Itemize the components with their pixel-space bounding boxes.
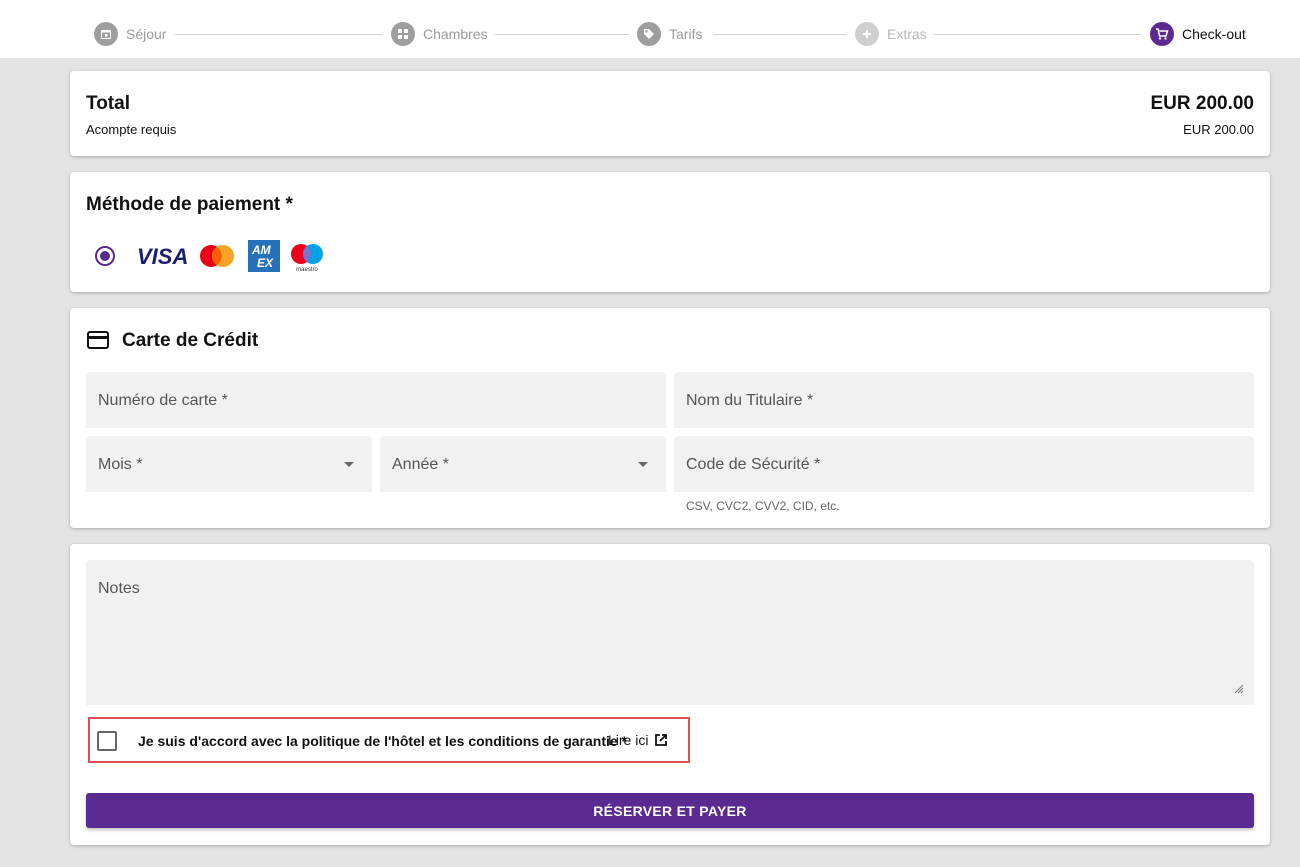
step-sejour[interactable]: Séjour [94, 22, 166, 46]
month-label: Mois * [98, 456, 143, 473]
read-policy-link[interactable]: Lire ici [608, 732, 668, 748]
mastercard-logo [199, 244, 235, 273]
agreement-highlight: Je suis d'accord avec la politique de l'… [88, 717, 690, 763]
payment-method-card: Méthode de paiement * VISA AM EX maestro [70, 172, 1270, 292]
calendar-icon [94, 22, 118, 46]
stepper-connector [495, 34, 629, 35]
credit-card-card: Carte de Crédit Numéro de carte * Nom du… [70, 308, 1270, 528]
notes-card: Notes Je suis d'accord avec la politique… [70, 544, 1270, 845]
visa-logo: VISA [136, 244, 188, 272]
step-checkout[interactable]: Check-out [1150, 22, 1246, 46]
security-code-label: Code de Sécurité * [686, 456, 821, 473]
read-policy-label: Lire ici [608, 732, 649, 748]
tag-icon [637, 22, 661, 46]
security-code-field[interactable]: Code de Sécurité * [674, 436, 1254, 492]
total-title: Total [86, 93, 130, 114]
step-label: Check-out [1182, 26, 1246, 42]
resize-handle-icon[interactable] [1232, 681, 1244, 699]
notes-textarea[interactable]: Notes [86, 560, 1254, 705]
step-label: Extras [887, 26, 927, 42]
step-chambres[interactable]: Chambres [391, 22, 488, 46]
cart-icon [1150, 22, 1174, 46]
deposit-label: Acompte requis [86, 122, 177, 137]
deposit-amount: EUR 200.00 [1183, 122, 1254, 137]
maestro-text: maestro [296, 267, 318, 272]
notes-label: Notes [98, 580, 140, 597]
month-select[interactable]: Mois * [86, 436, 372, 492]
stepper-connector [713, 34, 847, 35]
svg-text:EX: EX [257, 256, 274, 270]
step-label: Tarifs [669, 26, 703, 42]
cardholder-name-label: Nom du Titulaire * [686, 392, 814, 409]
security-code-hint: CSV, CVC2, CVV2, CID, etc. [686, 499, 840, 513]
total-amount: EUR 200.00 [1150, 93, 1254, 114]
plus-icon [855, 22, 879, 46]
card-number-field[interactable]: Numéro de carte * [86, 372, 666, 428]
step-label: Séjour [126, 26, 167, 42]
payment-method-radio[interactable] [95, 246, 115, 266]
card-number-label: Numéro de carte * [98, 392, 228, 409]
amex-logo: AM EX [248, 240, 280, 277]
step-tarifs[interactable]: Tarifs [637, 22, 702, 46]
payment-method-title: Méthode de paiement * [86, 194, 293, 215]
agreement-checkbox[interactable] [97, 731, 117, 751]
stepper-connector [175, 34, 383, 35]
chevron-down-icon [344, 462, 354, 467]
agreement-text: Je suis d'accord avec la politique de l'… [138, 733, 628, 749]
step-label: Chambres [423, 26, 488, 42]
grid-icon [391, 22, 415, 46]
book-and-pay-button[interactable]: RÉSERVER ET PAYER [86, 793, 1254, 828]
external-link-icon [655, 734, 668, 746]
credit-card-title: Carte de Crédit [122, 330, 259, 351]
maestro-logo: maestro [290, 242, 324, 277]
checkout-stepper: Séjour Chambres Tarifs Extras Check-out [0, 0, 1300, 58]
visa-text: VISA [137, 245, 188, 267]
total-card: Total Acompte requis EUR 200.00 EUR 200.… [70, 71, 1270, 156]
year-label: Année * [392, 456, 449, 473]
cardholder-name-field[interactable]: Nom du Titulaire * [674, 372, 1254, 428]
step-extras[interactable]: Extras [855, 22, 927, 46]
year-select[interactable]: Année * [380, 436, 666, 492]
credit-card-icon [87, 331, 109, 354]
chevron-down-icon [638, 462, 648, 467]
svg-text:AM: AM [251, 243, 272, 257]
stepper-connector [933, 34, 1141, 35]
